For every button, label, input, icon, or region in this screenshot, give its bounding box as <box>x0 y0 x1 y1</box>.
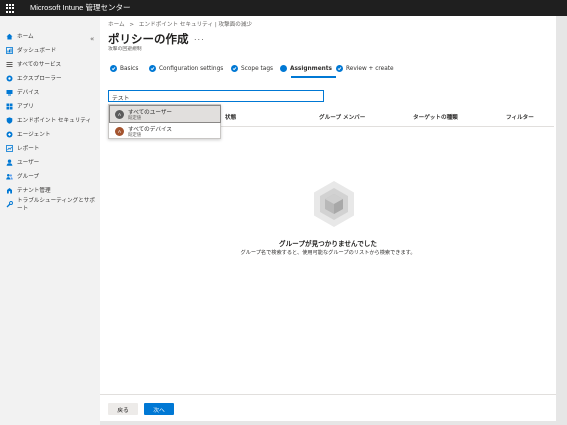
sidebar-item-explorer[interactable]: エクスプローラー <box>6 72 62 84</box>
tenant-icon <box>6 187 13 194</box>
sidebar-item-apps[interactable]: アプリ <box>6 100 34 112</box>
sidebar-item-label: アプリ <box>17 104 34 110</box>
step-label: Scope tags <box>241 65 274 72</box>
group-icon <box>6 173 13 180</box>
app-launcher-icon[interactable] <box>6 4 15 13</box>
tab-scope-tags[interactable]: Scope tags <box>231 65 273 72</box>
next-button[interactable]: 次へ <box>144 403 174 415</box>
sidebar-item-endpoint-security[interactable]: エンドポイント セキュリティ <box>6 114 91 126</box>
sidebar-item-reports[interactable]: レポート <box>6 142 39 154</box>
more-options-button[interactable]: ... <box>194 33 205 42</box>
app-title: Microsoft Intune 管理センター <box>30 3 131 12</box>
dashboard-icon <box>6 46 13 54</box>
sidebar-item-label: デバイス <box>17 90 40 96</box>
sidebar: « ホーム ダッシュボード すべてのサービス エクスプローラー デバイス アプリ… <box>0 16 100 425</box>
sidebar-item-label: すべてのサービス <box>17 62 62 68</box>
empty-state-description: グループ名で検索すると、使用可能なグループのリストから検索できます。 <box>240 250 416 256</box>
top-bar: Microsoft Intune 管理センター <box>0 0 567 16</box>
breadcrumb-item-endpoint-security[interactable]: エンドポイント セキュリティ | 攻撃面の減少 <box>139 22 252 28</box>
current-step-icon <box>280 65 287 72</box>
sidebar-item-groups[interactable]: グループ <box>6 170 39 182</box>
tab-review-create[interactable]: Review + create <box>336 65 394 72</box>
main-content: ホーム > エンドポイント セキュリティ | 攻撃面の減少 ポリシーの作成 ..… <box>100 16 556 421</box>
suggestion-item-all-users[interactable]: A すべてのユーザー 既定値 <box>109 105 221 123</box>
group-suggestion-dropdown: A すべてのユーザー 既定値 A すべてのデバイス 既定値 <box>108 104 221 139</box>
sidebar-item-troubleshooting[interactable]: トラブルシューティングとサポート <box>6 198 100 212</box>
check-icon <box>110 65 117 72</box>
suggestion-subtext: 既定値 <box>128 116 142 121</box>
breadcrumb: ホーム > エンドポイント セキュリティ | 攻撃面の減少 <box>108 20 252 28</box>
sidebar-item-label: エクスプローラー <box>17 76 62 82</box>
list-icon <box>6 61 13 68</box>
shield-icon <box>6 116 13 124</box>
check-icon <box>336 65 343 72</box>
sidebar-item-all-services[interactable]: すべてのサービス <box>6 58 61 70</box>
column-header-target-type[interactable]: ターゲットの種類 <box>413 113 458 121</box>
suggestion-item-all-devices[interactable]: A すべてのデバイス 既定値 <box>110 123 220 139</box>
breadcrumb-item-home[interactable]: ホーム <box>108 22 125 28</box>
sidebar-item-label: トラブルシューティングとサポート <box>17 198 95 212</box>
user-icon <box>6 159 13 166</box>
back-button[interactable]: 戻る <box>108 403 138 415</box>
apps-icon <box>6 103 13 110</box>
active-step-underline <box>291 76 336 78</box>
wizard-footer: 戻る 次へ <box>100 394 556 421</box>
avatar: A <box>115 127 124 136</box>
step-label: Assignments <box>290 65 332 72</box>
sidebar-item-label: ダッシュボード <box>17 48 57 54</box>
empty-state-title: グループが見つかりませんでした <box>279 240 377 248</box>
check-icon <box>149 65 156 72</box>
group-search-input[interactable]: テスト <box>108 90 324 102</box>
breadcrumb-separator: > <box>129 22 135 28</box>
sidebar-item-devices[interactable]: デバイス <box>6 86 39 98</box>
sidebar-item-label: テナント管理 <box>17 188 51 194</box>
column-header-status[interactable]: 状態 <box>225 113 236 121</box>
window-edge <box>556 16 567 425</box>
sidebar-item-label: エンドポイント セキュリティ <box>17 118 92 124</box>
sidebar-item-dashboard[interactable]: ダッシュボード <box>6 44 56 56</box>
sidebar-item-label: ユーザー <box>17 160 40 166</box>
avatar: A <box>115 110 124 119</box>
step-label: Review + create <box>346 65 394 72</box>
page-subtitle: 攻撃の回避規制 <box>108 47 142 52</box>
sidebar-item-tenant-admin[interactable]: テナント管理 <box>6 184 51 196</box>
step-label: Basics <box>120 65 139 72</box>
sidebar-item-label: エージェント <box>17 132 51 138</box>
wrench-icon <box>6 200 13 208</box>
empty-state-hexagon-icon <box>313 180 355 228</box>
report-icon <box>6 144 13 152</box>
suggestion-subtext: 既定値 <box>128 133 142 138</box>
check-icon <box>231 65 238 72</box>
sidebar-item-agents[interactable]: エージェント <box>6 128 50 140</box>
sidebar-item-home[interactable]: ホーム <box>6 30 34 42</box>
column-header-group-members[interactable]: グループ メンバー <box>319 113 365 121</box>
sidebar-item-label: レポート <box>17 146 40 152</box>
tab-basics[interactable]: Basics <box>110 65 138 72</box>
collapse-sidebar-icon[interactable]: « <box>90 35 94 43</box>
tab-configuration-settings[interactable]: Configuration settings <box>149 65 223 72</box>
sidebar-item-users[interactable]: ユーザー <box>6 156 39 168</box>
home-icon <box>6 33 13 40</box>
explorer-icon <box>6 75 13 82</box>
step-label: Configuration settings <box>159 65 224 72</box>
sidebar-item-label: グループ <box>17 174 40 180</box>
device-icon <box>6 89 13 96</box>
search-input-value: テスト <box>112 96 130 102</box>
column-header-filter[interactable]: フィルター <box>506 113 534 121</box>
tab-assignments[interactable]: Assignments <box>280 65 332 72</box>
sidebar-item-label: ホーム <box>17 34 34 40</box>
agent-icon <box>6 131 13 138</box>
